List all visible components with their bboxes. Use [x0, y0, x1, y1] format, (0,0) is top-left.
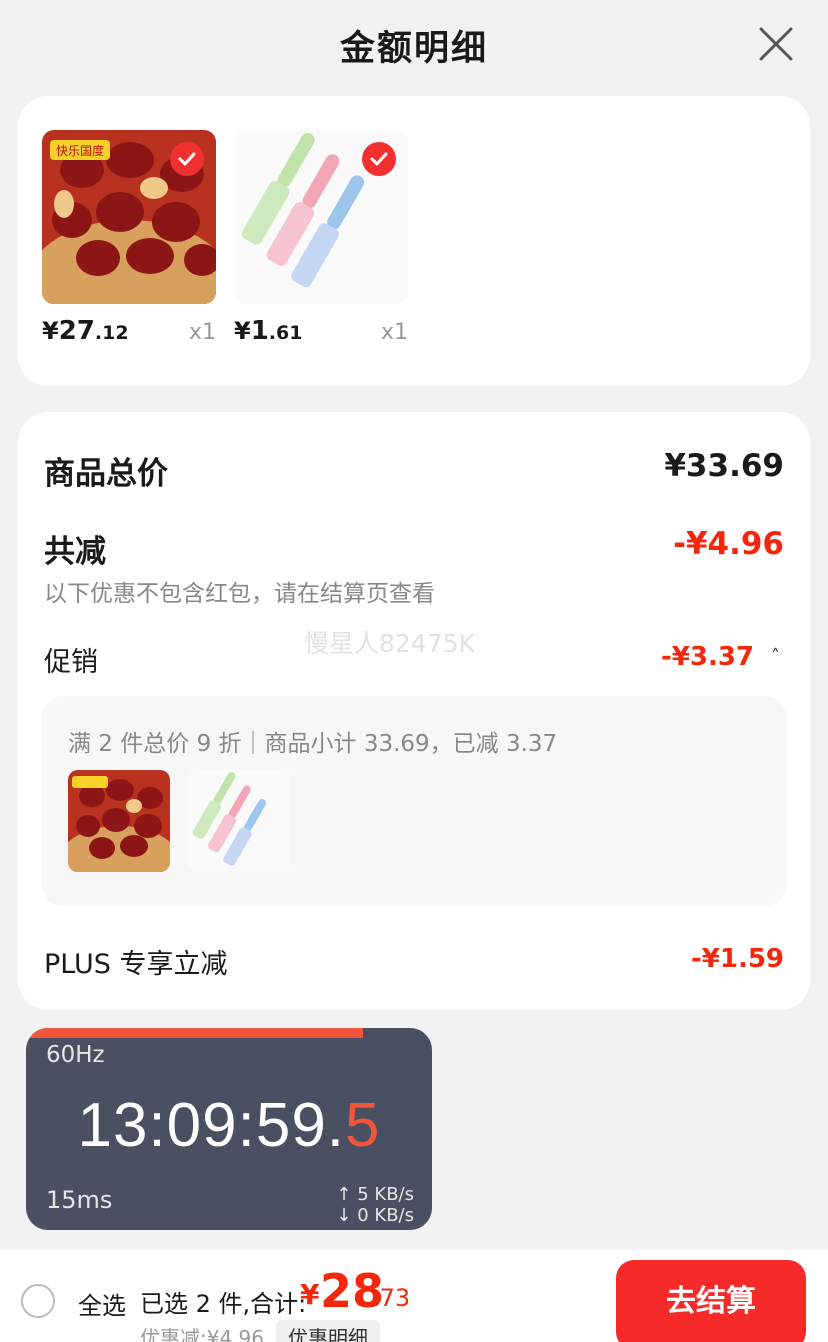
price-integer: 27 — [58, 316, 95, 346]
product-quantity: x1 — [380, 320, 408, 345]
product-image-dates[interactable]: 快乐国度 — [42, 130, 216, 304]
product-image-brushes[interactable] — [234, 130, 408, 304]
chevron-up-icon[interactable]: ˄ — [771, 646, 780, 667]
download-speed: ↓ 0 KB/s — [336, 1205, 414, 1226]
close-icon[interactable] — [758, 26, 794, 62]
total-decimal: .73 — [372, 1284, 411, 1312]
total-label: 商品总价 — [44, 456, 168, 492]
discount-text: 优惠减:¥4.96 — [140, 1326, 264, 1342]
price-currency: ¥ — [234, 317, 251, 345]
upload-speed: ↑ 5 KB/s — [336, 1184, 414, 1205]
price-integer: 1 — [250, 316, 269, 346]
products-card: 快乐国度 ¥27.12 x1 ¥1.61 x1 — [18, 96, 810, 386]
clock-main: 13:09:59. — [77, 1091, 346, 1160]
product-quantity: x1 — [188, 320, 216, 345]
header: 金额明细 — [0, 0, 828, 90]
promo-detail-box: 满 2 件总价 9 折｜商品小计 33.69，已减 3.37 — [42, 696, 786, 906]
checkout-button[interactable]: 去结算 — [616, 1260, 806, 1342]
reduced-note: 以下优惠不包含红包，请在结算页查看 — [44, 581, 435, 607]
checkmark-icon[interactable] — [362, 142, 396, 176]
latency-value: 15ms — [46, 1186, 113, 1214]
select-all-radio[interactable] — [21, 1284, 55, 1318]
total-row: 商品总价 ¥33.69 — [44, 448, 784, 493]
watermark-text: 慢星人82475K — [304, 629, 475, 658]
network-speed: ↑ 5 KB/s ↓ 0 KB/s — [336, 1184, 414, 1226]
promo-thumb-brushes — [188, 770, 290, 872]
price-currency: ¥ — [42, 317, 59, 345]
select-all-label[interactable]: 全选 — [78, 1286, 126, 1321]
product-price-row: ¥27.12 x1 — [42, 316, 216, 356]
clock-fraction: 5 — [345, 1091, 381, 1160]
product-item-dates[interactable]: 快乐国度 ¥27.12 x1 — [42, 130, 216, 346]
promo-description: 满 2 件总价 9 折｜商品小计 33.69，已减 3.37 — [68, 731, 558, 757]
overlay-clock: 13:09:59.5 — [26, 1090, 432, 1161]
product-price-row: ¥1.61 x1 — [234, 316, 408, 356]
product-badge-text: 快乐国度 — [56, 143, 104, 158]
total-currency: ¥ — [300, 1278, 320, 1311]
reduced-row: 共减 -¥4.96 — [44, 526, 784, 571]
price-decimal: .12 — [94, 322, 129, 344]
refresh-rate: 60Hz — [46, 1042, 105, 1068]
price-summary-card: 商品总价 ¥33.69 共减 -¥4.96 以下优惠不包含红包，请在结算页查看 … — [18, 412, 810, 1010]
overlay-progress-bar — [26, 1028, 363, 1038]
page-title: 金额明细 — [339, 29, 488, 69]
checkmark-icon[interactable] — [170, 142, 204, 176]
discount-detail-button[interactable]: 优惠明细 — [276, 1320, 380, 1342]
plus-label: PLUS 专享立减 — [44, 949, 228, 980]
price-decimal: .61 — [268, 322, 303, 344]
total-value: ¥33.69 — [664, 448, 784, 484]
promo-value: -¥3.37 — [660, 642, 754, 672]
selected-count-text: 已选 2 件,合计: — [140, 1290, 307, 1318]
reduced-label: 共减 — [44, 534, 106, 570]
product-item-brushes[interactable]: ¥1.61 x1 — [234, 130, 408, 346]
promo-thumb-dates — [68, 770, 170, 872]
promo-label: 促销 — [44, 647, 98, 678]
fps-overlay-widget[interactable]: 60Hz 13:09:59.5 15ms ↑ 5 KB/s ↓ 0 KB/s — [26, 1028, 432, 1230]
checkout-bar: 全选 已选 2 件,合计: ¥ 28 .73 优惠减:¥4.96 优惠明细 去结… — [0, 1250, 828, 1342]
reduced-value: -¥4.96 — [673, 526, 784, 562]
plus-value: -¥1.59 — [690, 944, 784, 974]
plus-row: PLUS 专享立减 -¥1.59 — [44, 942, 784, 981]
